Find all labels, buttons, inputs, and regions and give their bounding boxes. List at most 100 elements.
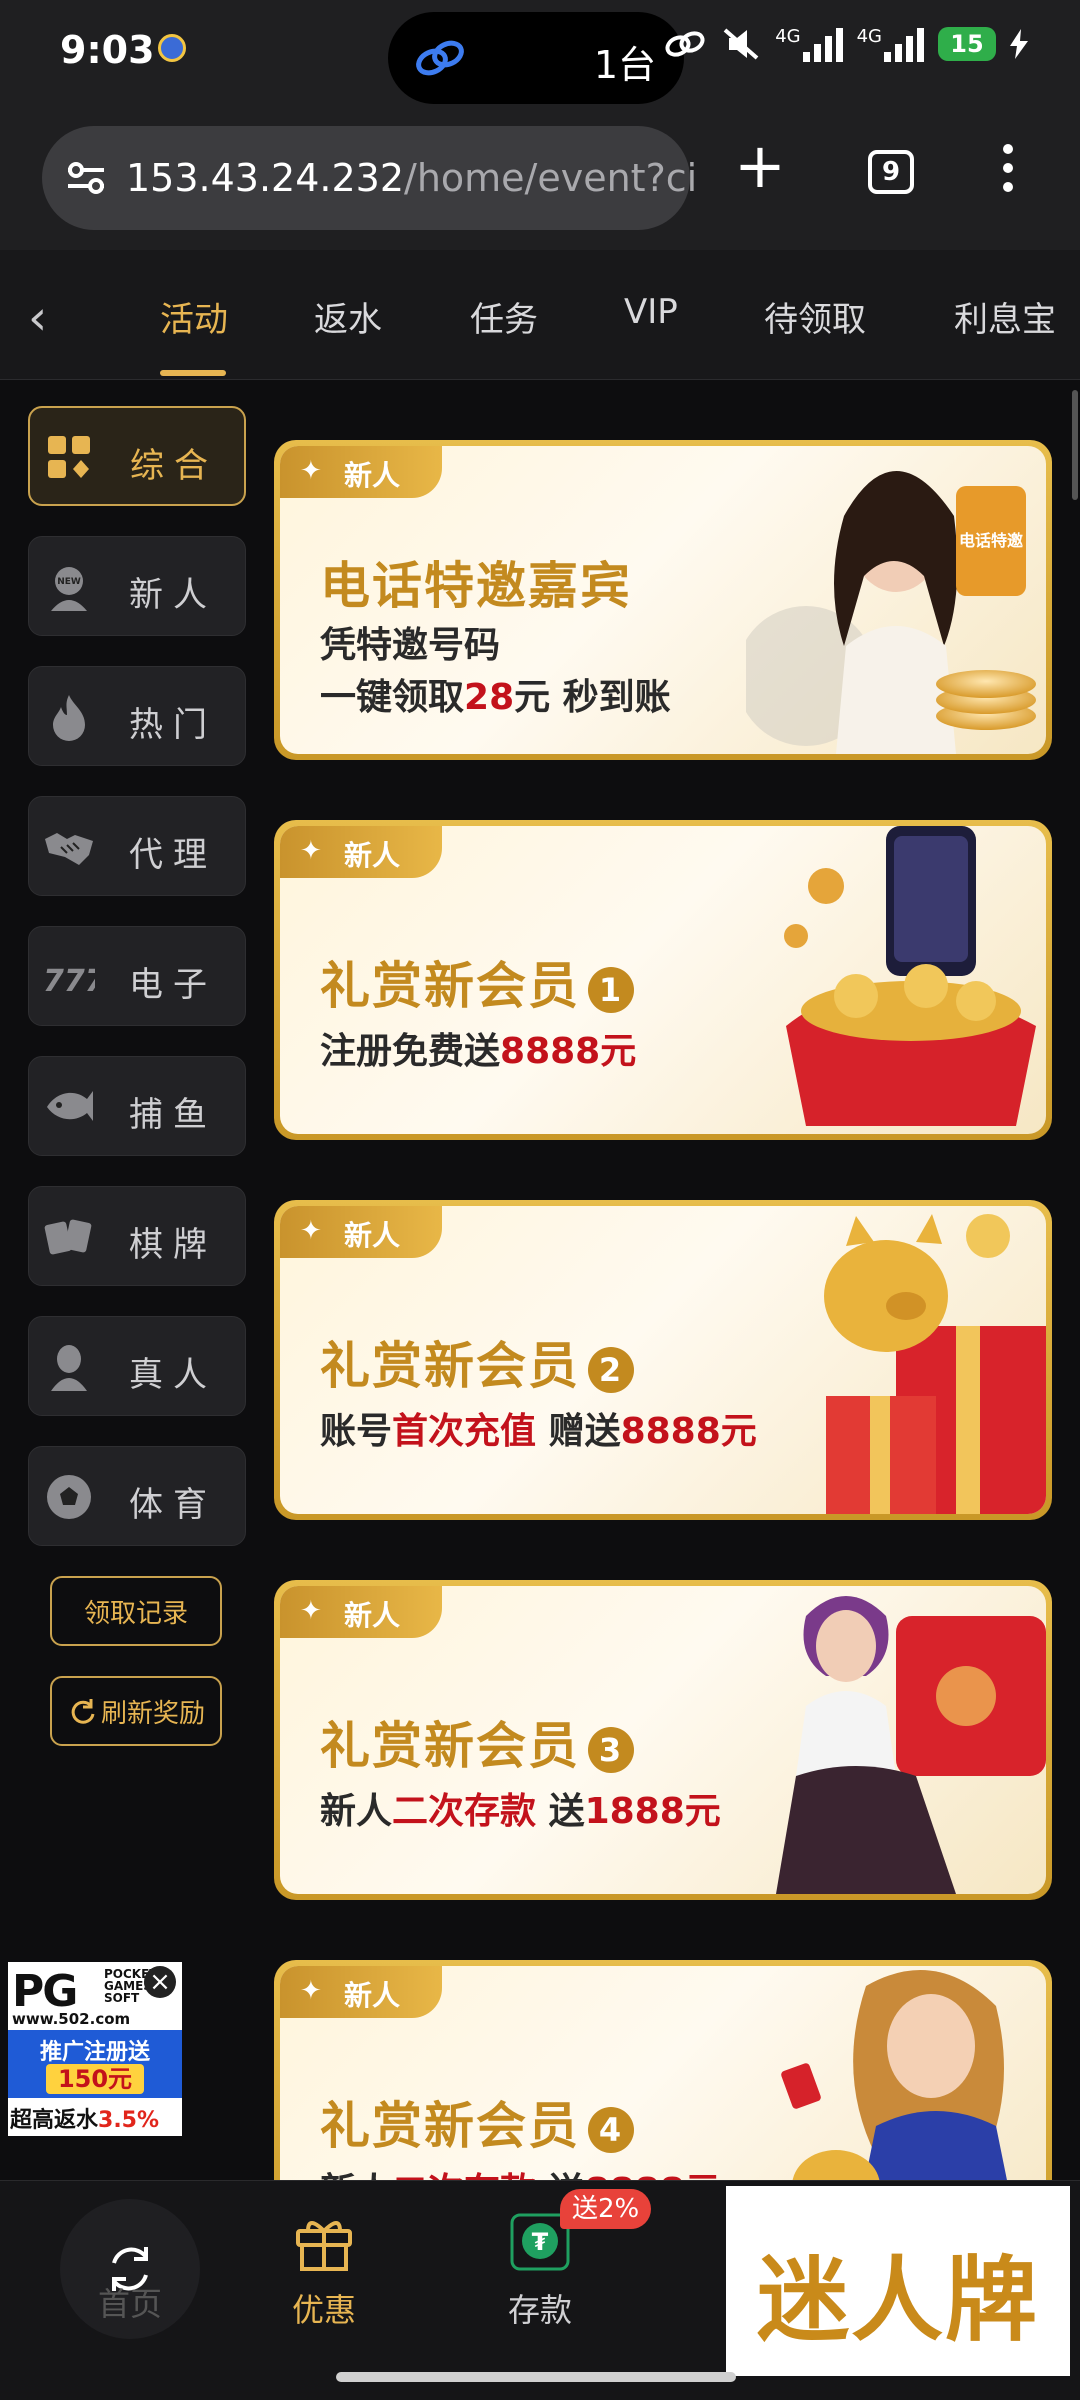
signal-bars-icon [802,26,843,62]
line-amount: 1888元 [584,1791,721,1832]
sidebar-item-all[interactable]: 综合 [28,406,246,506]
banner-title: 礼赏新会员 4 [320,2086,634,2158]
status-icons: 4G 4G 15 [663,26,1028,62]
network-label-2: 4G [856,26,882,47]
banner-tag: ✦ 新人 [280,826,442,878]
nav-home[interactable]: 首页 [60,2271,200,2325]
refresh-rewards-label: 刷新奖励 [100,1698,205,1729]
sidebar-item-fishing[interactable]: 捕鱼 [28,1056,246,1156]
banner-tag: ✦ 新人 [280,1966,442,2018]
url-text: 153.43.24.232/home/event?ci [126,156,697,200]
banner-title: 电话特邀嘉宾 [320,557,632,615]
floating-promo-ad[interactable]: PG POCKET GAMES SOFT × www.502.com 推广注册送… [8,1962,182,2136]
sidebar-item-hot[interactable]: 热门 [28,666,246,766]
dynamic-island[interactable]: 1台 [388,12,684,104]
network-label-1: 4G [775,26,801,47]
close-icon[interactable]: × [144,1966,176,1998]
grid-icon [48,436,90,478]
tab-rebate[interactable]: 返水 [314,292,382,341]
promo-banner-new-member-2[interactable]: ✦ 新人 礼赏新会员 2 账号首次充值 赠送8888元 [274,1200,1052,1520]
tab-switcher-button[interactable]: 9 [868,150,914,194]
sidebar-item-label: 电子 [129,965,217,1005]
promo-banner-new-member-1[interactable]: ✦ 新人 礼赏新会员 1 注册免费送8888元 [274,820,1052,1140]
tab-activity[interactable]: 活动 [160,292,228,341]
sparkle-icon: ✦ [300,1596,322,1626]
banner-title-text: 礼赏新会员 [320,957,580,1015]
line-a: 新人 [320,1791,393,1832]
banner-number: 2 [588,1346,634,1393]
sidebar-item-new[interactable]: NEW 新人 [28,536,246,636]
sidebar-item-live[interactable]: 真人 [28,1316,246,1416]
island-text: 1台 [593,43,656,87]
line-highlight: 首次充值 [392,1411,537,1452]
claim-record-button[interactable]: 领取记录 [50,1576,222,1646]
status-time: 9:03 [60,28,155,72]
link-status-icon [665,31,705,57]
signal-2: 4G [857,26,924,62]
sidebar-item-cards[interactable]: 棋牌 [28,1186,246,1286]
banner-tag-label: 新人 [344,839,401,872]
svg-text:777: 777 [43,964,95,999]
soccer-ball-icon [47,1475,91,1519]
promo-domain: www.502.com [12,2010,131,2028]
app-notification-icon [158,34,186,62]
banner-art-hostess: 电话特邀 [746,471,1036,754]
line2-c: 元 秒到账 [514,677,671,718]
banner-number: 4 [588,2106,634,2153]
banner-art-lucky-bag [784,826,1036,1126]
new-user-icon: NEW [51,567,87,611]
refresh-rewards-button[interactable]: 刷新奖励 [50,1676,222,1746]
refresh-icon [71,1699,95,1724]
sidebar-item-label: 综合 [130,446,218,486]
nav-home-label: 首页 [97,2285,162,2323]
promo-banner-new-member-3[interactable]: ✦ 新人 礼赏新会员 3 新人二次存款 送1888元 [274,1580,1052,1900]
site-settings-icon[interactable] [64,158,108,198]
promo-line-2-text: 超高返水 [10,2108,99,2133]
live-dealer-icon [51,1345,87,1391]
url-path: /home/event?ci [404,156,698,200]
url-host: 153.43.24.232 [126,156,405,200]
gesture-home-bar[interactable] [336,2372,736,2382]
app-root: 9:03 1台 4G 4G 15 153.43.24.232/home/even… [0,0,1080,2400]
tab-pending[interactable]: 待领取 [764,292,866,341]
active-tab-indicator [160,370,226,376]
new-tab-button[interactable]: + [730,135,790,198]
banner-line-2: 一键领取28元 秒到账 [320,668,671,720]
tab-vip[interactable]: VIP [624,292,678,332]
sparkle-icon: ✦ [300,456,322,486]
promo-banner-vip-phone[interactable]: ✦ 新人 电话特邀嘉宾 凭特邀号码 一键领取28元 秒到账 电话特邀 [274,440,1052,760]
banner-inner: ✦ 新人 电话特邀嘉宾 凭特邀号码 一键领取28元 秒到账 电话特邀 [280,446,1046,754]
promo-rebate-rate: 3.5% [98,2108,160,2133]
banner-art-hostess-cards [776,1596,1046,1894]
line-amount: 8888元 [500,1031,637,1072]
sidebar-item-sports[interactable]: 体育 [28,1446,246,1546]
line-c: 赠送 [536,1411,621,1452]
sidebar-item-slots[interactable]: 777 电子 [28,926,246,1026]
banner-tag: ✦ 新人 [280,1206,442,1258]
sidebar-item-label: 体育 [129,1485,217,1525]
category-nav: ‹ 活动 返水 任务 VIP 待领取 利息宝 [0,250,1080,380]
more-menu-icon[interactable] [1000,144,1016,200]
link-icon [416,40,464,76]
gift-icon [296,2221,352,2271]
line2-a: 一键领取 [320,677,465,718]
banner-tag-label: 新人 [344,459,401,492]
banner-title: 礼赏新会员 1 [320,946,634,1018]
deposit-bonus-badge: 送2% [560,2189,652,2229]
promo-blue-panel: 推广注册送 150元 [8,2030,182,2098]
banner-title: 礼赏新会员 3 [320,1706,634,1778]
scrollbar[interactable] [1072,390,1078,500]
chevron-left-icon[interactable]: ‹ [28,290,47,346]
status-bar: 9:03 1台 4G 4G 15 [0,0,1080,110]
address-bar[interactable]: 153.43.24.232/home/event?ci [42,126,697,230]
sparkle-icon: ✦ [300,1216,322,1246]
sidebar-item-label: 热门 [129,705,217,745]
tab-interest[interactable]: 利息宝 [954,292,1056,341]
brand-watermark: 迷人牌 [726,2186,1070,2376]
line-highlight: 二次存款 [392,1791,537,1832]
slot-777-icon: 777 [43,964,95,999]
sidebar-item-agent[interactable]: 代理 [28,796,246,896]
line-amount: 8888元 [620,1411,757,1452]
nav-offers[interactable]: 优惠 [254,2209,394,2331]
tab-tasks[interactable]: 任务 [470,292,538,341]
